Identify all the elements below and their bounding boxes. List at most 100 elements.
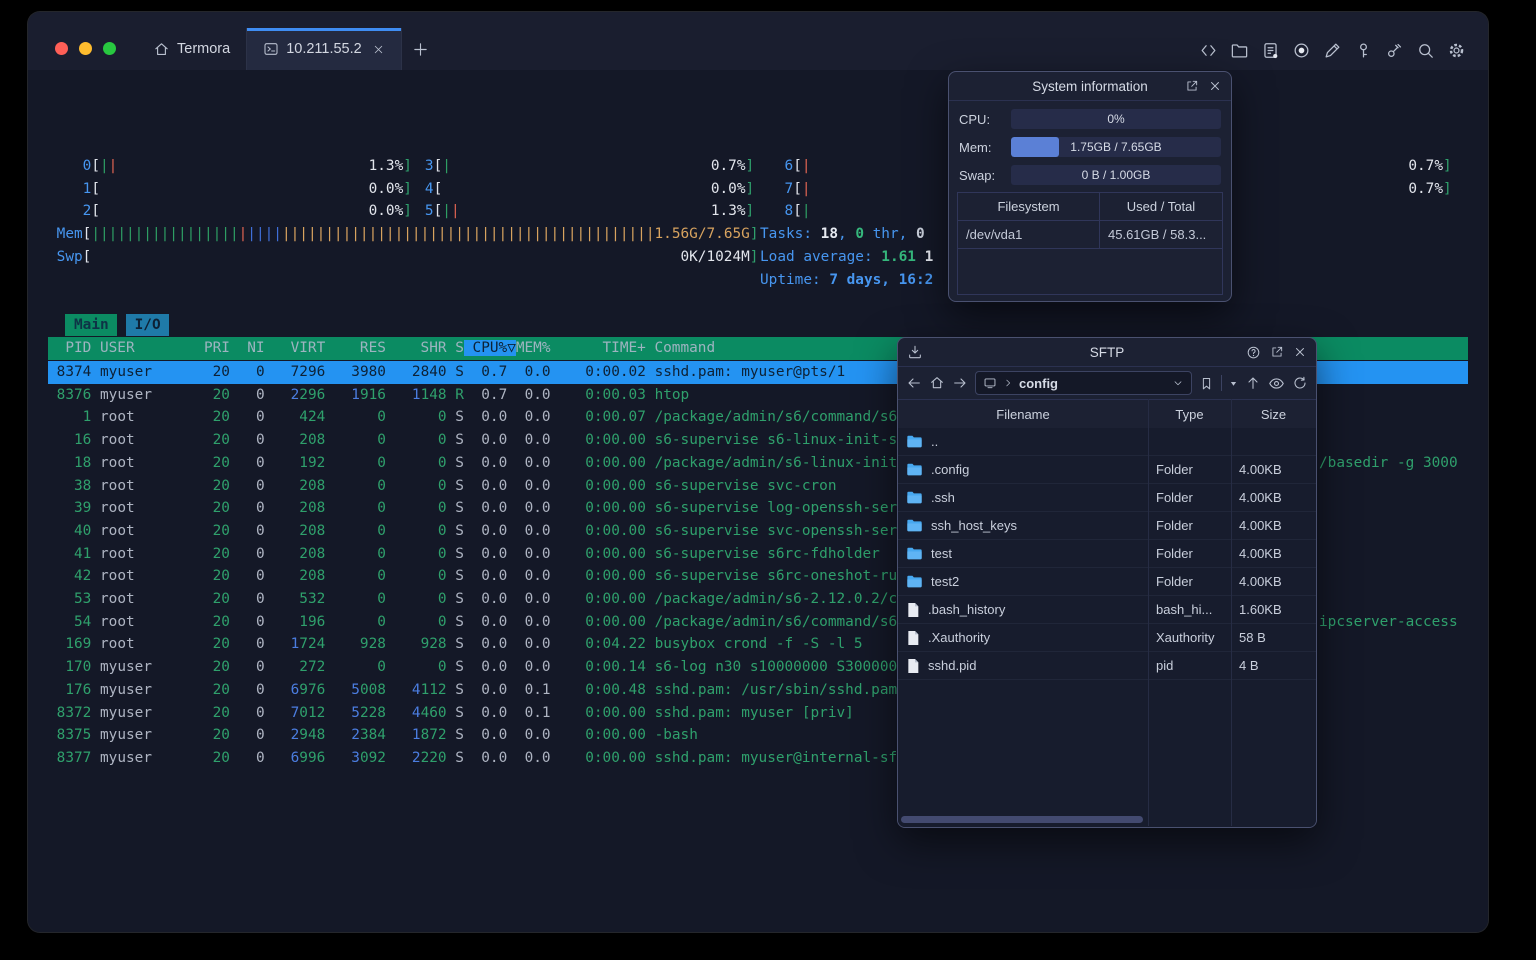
file-row[interactable]: test2 Folder 4.00KB <box>898 568 1316 596</box>
tasks-summary: Tasks: 18, 0 thr, 0 <box>760 226 934 243</box>
file-row[interactable]: .. <box>898 428 1316 456</box>
zoom-window-button[interactable] <box>103 42 116 55</box>
filesystem-name: /dev/vda1 <box>958 221 1100 248</box>
process-row[interactable]: 170 myuser 20 0 272 0 0 S 0.0 0.0 0:00.1… <box>48 656 906 679</box>
process-row[interactable]: 176 myuser 20 0 6976 5008 4112 S 0.0 0.1… <box>48 679 897 702</box>
pencil-icon[interactable] <box>1323 41 1342 60</box>
file-type: bash_hi... <box>1156 602 1213 617</box>
bookmark-icon[interactable] <box>1199 376 1214 391</box>
refresh-icon[interactable] <box>1292 375 1308 391</box>
code-icon[interactable] <box>1199 41 1218 60</box>
minimize-window-button[interactable] <box>79 42 92 55</box>
file-name: .. <box>931 434 939 449</box>
filesystem-table-header[interactable]: Filesystem <box>958 193 1100 220</box>
key-icon[interactable] <box>1354 41 1373 60</box>
titlebar: Termora 10.211.55.2 <box>28 12 1488 71</box>
cpu-meter-0: 0[|| 1.3%] <box>48 158 412 174</box>
view-tab-io[interactable]: I/O <box>125 314 170 336</box>
log-icon[interactable] <box>1261 41 1280 60</box>
titlebar-toolbar <box>1199 41 1466 60</box>
file-size: 1.60KB <box>1239 602 1282 617</box>
sftp-column-header-filename[interactable]: Filename <box>898 400 1148 429</box>
file-row[interactable]: .config Folder 4.00KB <box>898 456 1316 484</box>
branch-icon[interactable] <box>1385 41 1404 60</box>
open-in-window-icon[interactable] <box>1185 79 1199 93</box>
process-row[interactable]: 53 root 20 0 532 0 0 S 0.0 0.0 0:00.00 /… <box>48 588 906 611</box>
sftp-column-header-size[interactable]: Size <box>1231 400 1316 429</box>
folder-icon <box>906 490 923 505</box>
home-icon[interactable] <box>929 375 945 391</box>
chevron-down-icon[interactable] <box>1172 377 1184 389</box>
sftp-column-header-type[interactable]: Type <box>1148 400 1231 429</box>
process-row[interactable]: 39 root 20 0 208 0 0 S 0.0 0.0 0:00.00 s… <box>48 497 906 520</box>
process-row[interactable]: 38 root 20 0 208 0 0 S 0.0 0.0 0:00.00 s… <box>48 475 837 498</box>
file-type: Folder <box>1156 546 1193 561</box>
file-row[interactable]: .bash_history bash_hi... 1.60KB <box>898 596 1316 624</box>
folder-icon[interactable] <box>1230 41 1249 60</box>
file-row[interactable]: .ssh Folder 4.00KB <box>898 484 1316 512</box>
process-row[interactable]: 1 root 20 0 424 0 0 S 0.0 0.0 0:00.07 /p… <box>48 406 906 429</box>
back-icon[interactable] <box>906 375 922 391</box>
view-tab-main[interactable]: Main <box>65 314 118 336</box>
open-in-window-icon[interactable] <box>1270 345 1284 359</box>
file-row[interactable]: .Xauthority Xauthority 58 B <box>898 624 1316 652</box>
process-row[interactable]: 18 root 20 0 192 0 0 S 0.0 0.0 0:00.00 /… <box>48 452 906 475</box>
file-type: Folder <box>1156 490 1193 505</box>
process-row[interactable]: 40 root 20 0 208 0 0 S 0.0 0.0 0:00.00 s… <box>48 520 906 543</box>
process-row[interactable]: 16 root 20 0 208 0 0 S 0.0 0.0 0:00.00 s… <box>48 429 906 452</box>
process-row[interactable]: 54 root 20 0 196 0 0 S 0.0 0.0 0:00.00 /… <box>48 611 906 634</box>
process-row-text: 8374 myuser 20 0 7296 3980 2840 S 0.7 0.… <box>48 364 846 380</box>
tab-ssh-session[interactable]: 10.211.55.2 <box>246 28 402 70</box>
file-size: 4.00KB <box>1239 518 1282 533</box>
bookmark-menu-icon[interactable] <box>1229 379 1238 388</box>
system-information-panel: System information CPU: 0% Mem: 1.75GB / 7.… <box>948 71 1232 302</box>
file-type: Folder <box>1156 574 1193 589</box>
settings-gear-icon[interactable] <box>1447 41 1466 60</box>
process-row[interactable]: 42 root 20 0 208 0 0 S 0.0 0.0 0:00.00 s… <box>48 565 906 588</box>
filesystem-table: Filesystem Used / Total/dev/vda1 45.61GB /… <box>957 192 1223 295</box>
system-information-header: System information <box>949 72 1231 101</box>
new-tab-button[interactable] <box>402 28 440 70</box>
search-icon[interactable] <box>1416 41 1435 60</box>
record-icon[interactable] <box>1292 41 1311 60</box>
file-row[interactable]: test Folder 4.00KB <box>898 540 1316 568</box>
horizontal-scrollbar[interactable] <box>901 816 1144 823</box>
tab-termora[interactable]: Termora <box>137 28 246 70</box>
show-hidden-eye-icon[interactable] <box>1268 375 1285 392</box>
sftp-toolbar: config <box>898 367 1316 400</box>
sort-column-cpu[interactable]: CPU%▽ <box>463 340 516 356</box>
close-icon[interactable] <box>1293 345 1307 359</box>
close-icon[interactable] <box>1208 79 1222 93</box>
path-breadcrumb[interactable]: config <box>975 371 1192 395</box>
file-row[interactable]: sshd.pid pid 4 B <box>898 652 1316 680</box>
forward-icon[interactable] <box>952 375 968 391</box>
download-icon[interactable] <box>907 338 923 366</box>
filesystem-row[interactable]: /dev/vda1 45.61GB / 58.3... <box>958 221 1222 249</box>
process-row[interactable]: 8372 myuser 20 0 7012 5228 4460 S 0.0 0.… <box>48 702 854 725</box>
file-name: sshd.pid <box>928 658 977 673</box>
process-row[interactable]: 41 root 20 0 208 0 0 S 0.0 0.0 0:00.00 s… <box>48 543 880 566</box>
help-icon[interactable] <box>1246 345 1261 360</box>
filesystem-usage: 45.61GB / 58.3... <box>1108 227 1207 242</box>
folder-icon <box>906 574 923 589</box>
memory-meter: Mem[||||||||||||||||||||||||||||||||||||… <box>48 226 759 243</box>
swap-meter: Swp[ 0K/1024M] <box>48 248 759 265</box>
active-tab-indicator <box>247 28 401 31</box>
sysinfo-meter-cpu: CPU: 0% <box>959 109 1221 129</box>
file-type: Xauthority <box>1156 630 1215 645</box>
sftp-panel: SFTP config Filename Type Size .. .confi… <box>897 337 1317 828</box>
file-row[interactable]: ssh_host_keys Folder 4.00KB <box>898 512 1316 540</box>
process-row[interactable]: 8375 myuser 20 0 2948 2384 1872 S 0.0 0.… <box>48 724 698 747</box>
file-size: 4.00KB <box>1239 574 1282 589</box>
filesystem-table-header[interactable]: Used / Total <box>1100 193 1222 220</box>
file-type: pid <box>1156 658 1174 673</box>
process-row[interactable]: 8377 myuser 20 0 6996 3092 2220 S 0.0 0.… <box>48 747 906 770</box>
process-row[interactable]: 169 root 20 0 1724 928 928 S 0.0 0.0 0:0… <box>48 633 862 656</box>
process-row[interactable]: 8376 myuser 20 0 2296 1916 1148 R 0.7 0.… <box>48 384 690 407</box>
cpu-meter-8: 8[| <box>784 203 811 220</box>
close-window-button[interactable] <box>55 42 68 55</box>
cpu-meter-3: 3[| 0.7%] <box>424 158 755 174</box>
close-tab-icon[interactable] <box>372 43 385 56</box>
upload-icon[interactable] <box>1245 375 1261 391</box>
file-type: Folder <box>1156 518 1193 533</box>
